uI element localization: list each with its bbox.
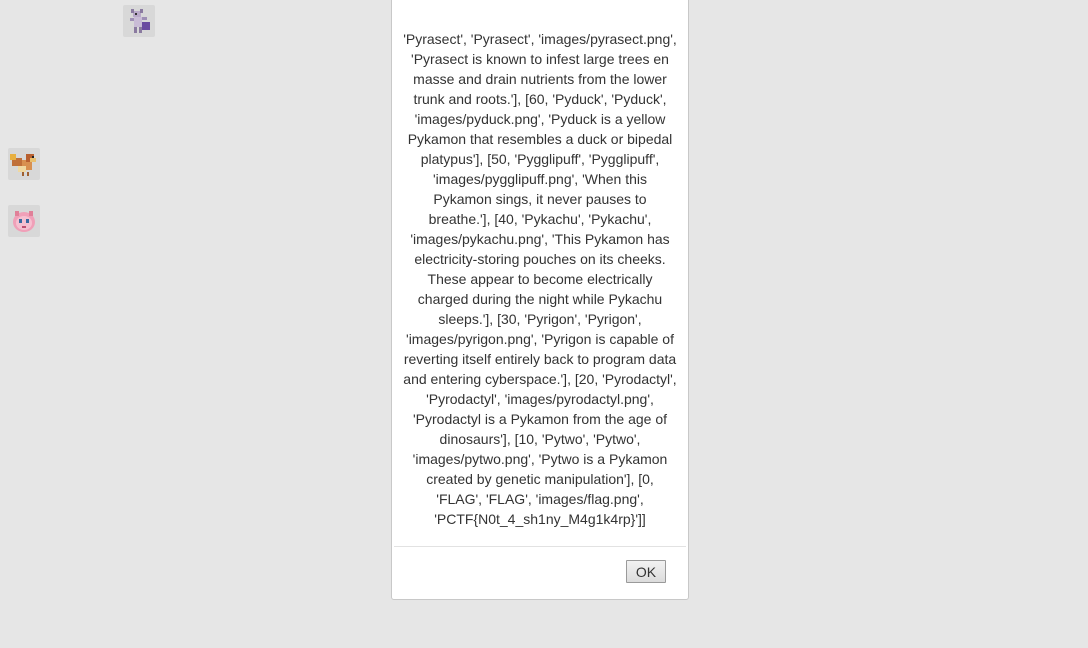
dialog-divider	[394, 546, 686, 547]
pytwo-sprite[interactable]	[123, 5, 155, 37]
dialog-message: 'Pyrasect', 'Pyrasect', 'images/pyrasect…	[403, 31, 677, 527]
pidgeot-sprite[interactable]	[8, 148, 40, 180]
ok-button[interactable]: OK	[626, 560, 666, 583]
pytwo-icon	[130, 9, 150, 33]
bird-icon	[10, 154, 36, 176]
jigglypuff-sprite[interactable]	[8, 205, 40, 237]
pink-balloon-icon	[13, 211, 35, 232]
alert-dialog: 'Pyrasect', 'Pyrasect', 'images/pyrasect…	[391, 0, 689, 600]
